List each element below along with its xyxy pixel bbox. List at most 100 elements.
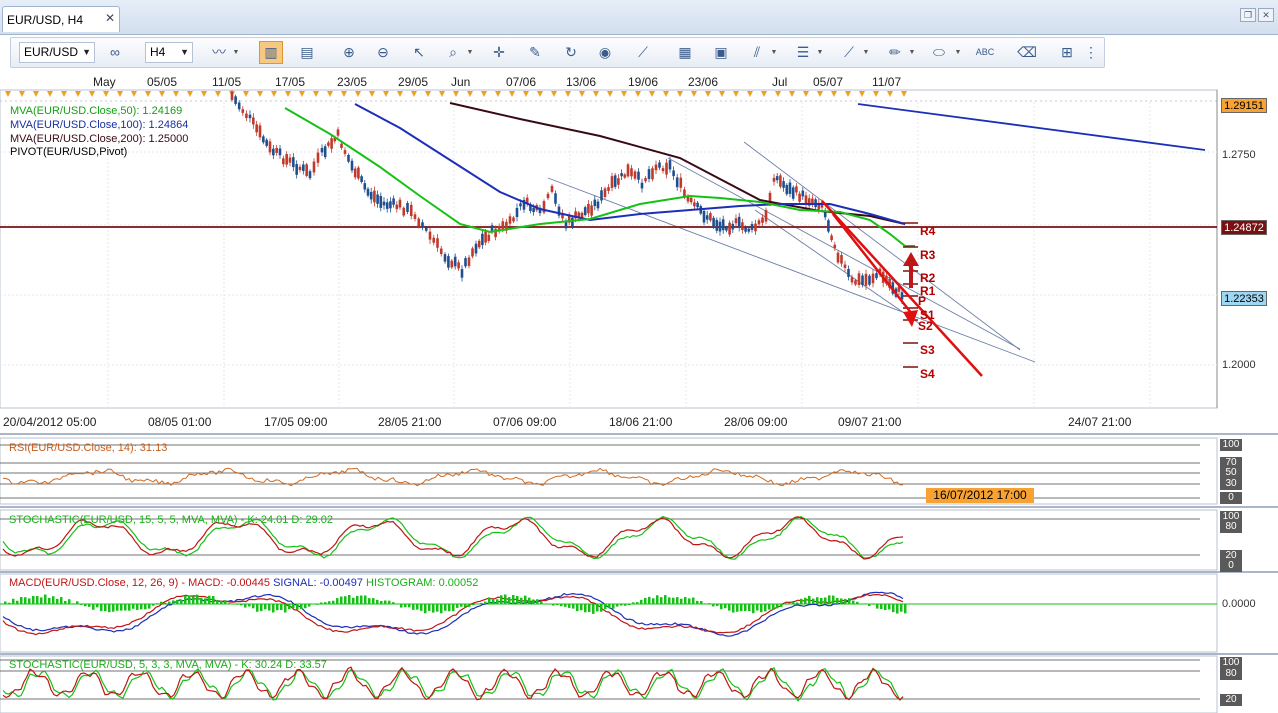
event-marker	[33, 91, 39, 97]
macd-histogram-bar	[120, 604, 123, 611]
candle-body	[679, 177, 683, 188]
macd-histogram-bar	[752, 604, 755, 614]
macd-histogram-bar	[12, 598, 15, 604]
globe-icon[interactable]: ◉	[593, 41, 617, 64]
top-axis-label: May	[93, 75, 116, 89]
bottom-axis-label: 09/07 21:00	[838, 415, 902, 429]
candle-body	[728, 222, 731, 235]
macd-histogram-bar	[480, 602, 483, 604]
macd-histogram-bar	[472, 604, 475, 606]
macd-histogram-bar	[16, 600, 19, 604]
timeframe-select[interactable]: H4 ▼	[145, 42, 193, 63]
chart-toolbar: EUR/USD ▼ ∞ H4 ▼ 〰 ▼ ▥ ▤ ⊕ ⊖ ↖ ⌕ ▼ ✛ ✎ ↻…	[10, 37, 1105, 68]
event-marker	[747, 91, 753, 97]
zoom-box-icon[interactable]: ⌕	[441, 41, 465, 64]
event-marker	[901, 91, 907, 97]
candle-body	[840, 255, 843, 264]
highlight-icon[interactable]: ✎	[523, 41, 547, 64]
macd-histogram-bar	[820, 597, 823, 604]
candle-body	[255, 124, 258, 133]
macd-histogram-bar	[200, 597, 203, 604]
restore-window-icon[interactable]: ❐	[1240, 8, 1256, 22]
macd-histogram-bar	[368, 598, 371, 604]
macd-histogram-bar	[412, 604, 415, 610]
macd-histogram-bar	[496, 599, 499, 604]
event-marker	[579, 91, 585, 97]
chart-svg[interactable]	[0, 74, 1278, 713]
eraser-icon[interactable]: ⌫	[1015, 41, 1039, 64]
chevron-down-icon[interactable]: ▼	[466, 41, 474, 64]
top-axis-label: 05/05	[147, 75, 178, 89]
candle-body	[515, 207, 519, 217]
crosshair-icon[interactable]: ✛	[487, 41, 511, 64]
chevron-down-icon[interactable]: ▼	[862, 41, 870, 64]
event-marker	[201, 91, 207, 97]
pen-icon[interactable]: ✏	[883, 41, 907, 64]
macd-histogram: HISTOGRAM: 0.00052	[366, 577, 479, 589]
trendline-icon[interactable]: ⟋	[837, 41, 861, 64]
candle-body	[487, 234, 491, 241]
macd-histogram-bar	[64, 600, 67, 604]
chevron-down-icon[interactable]: ▼	[232, 41, 240, 64]
draw-lines-icon[interactable]: ⫽	[745, 41, 769, 64]
zoom-out-icon[interactable]: ⊖	[371, 41, 395, 64]
zoom-in-icon[interactable]: ⊕	[337, 41, 361, 64]
ruler-icon[interactable]: ⟋	[631, 41, 655, 64]
text-icon[interactable]: ABC	[973, 41, 997, 64]
close-tab-icon[interactable]: ✕	[103, 10, 117, 26]
event-marker	[859, 91, 865, 97]
macd-histogram-bar	[796, 602, 799, 604]
chevron-down-icon[interactable]: ▼	[908, 41, 916, 64]
macd-histogram-bar	[228, 603, 231, 604]
candle-body	[637, 171, 640, 180]
symbol-select[interactable]: EUR/USD ▼	[19, 42, 95, 63]
chart-tab[interactable]: EUR/USD, H4 ✕	[2, 6, 120, 32]
macd-histogram-bar	[656, 595, 659, 604]
macd-histogram-bar	[468, 604, 471, 607]
close-window-icon[interactable]: ✕	[1258, 8, 1274, 22]
macd-histogram-bar	[556, 604, 559, 606]
event-marker	[243, 91, 249, 97]
options-icon[interactable]: ⋮	[1083, 41, 1099, 64]
macd-histogram-bar	[328, 601, 331, 604]
macd-histogram-bar	[744, 604, 747, 611]
screenshot-icon[interactable]: ▦	[673, 41, 697, 64]
macd-histogram-bar	[460, 604, 463, 607]
template-icon[interactable]: ▣	[709, 41, 733, 64]
event-marker	[775, 91, 781, 97]
candle-body	[847, 268, 850, 277]
cursor-icon[interactable]: ↖	[407, 41, 431, 64]
chevron-down-icon[interactable]: ▼	[770, 41, 778, 64]
macd-signal-line	[2, 591, 904, 637]
candle-body	[285, 154, 288, 165]
refresh-icon[interactable]: ↻	[559, 41, 583, 64]
chevron-down-icon[interactable]: ▼	[954, 41, 962, 64]
macd-histogram-bar	[824, 597, 827, 604]
macd-histogram-bar	[500, 595, 503, 604]
macd-histogram-bar	[440, 604, 443, 614]
candle-body	[600, 190, 603, 201]
link-icon[interactable]: ∞	[103, 41, 127, 64]
macd-histogram-bar	[652, 598, 655, 604]
macd-histogram-bar	[88, 604, 91, 607]
candle-body	[402, 207, 406, 216]
candle-body	[340, 143, 343, 148]
macd-histogram-bar	[240, 604, 243, 606]
macd-histogram-bar	[624, 604, 627, 606]
line-chart-icon[interactable]: 〰	[207, 41, 231, 64]
hierarchy-icon[interactable]: ⊞	[1055, 41, 1079, 64]
candle-chart-icon[interactable]: ▤	[295, 41, 319, 64]
macd-histogram-bar	[812, 598, 815, 604]
stoch1-level-tag: 80	[1220, 521, 1242, 533]
macd-histogram-bar	[232, 604, 235, 605]
candle-body	[360, 176, 363, 182]
event-marker	[817, 91, 823, 97]
candle-body	[464, 258, 467, 267]
bar-chart-icon[interactable]: ▥	[259, 41, 283, 64]
indicators-icon[interactable]: ☰	[791, 41, 815, 64]
ellipse-icon[interactable]: ⬭	[927, 41, 951, 64]
chart-area[interactable]: May 05/05 11/05 17/05 23/05 29/05 Jun 07/06 13/0…	[0, 74, 1278, 713]
chevron-down-icon[interactable]: ▼	[816, 41, 824, 64]
candle-body	[366, 188, 370, 196]
macd-histogram-bar	[456, 604, 459, 608]
